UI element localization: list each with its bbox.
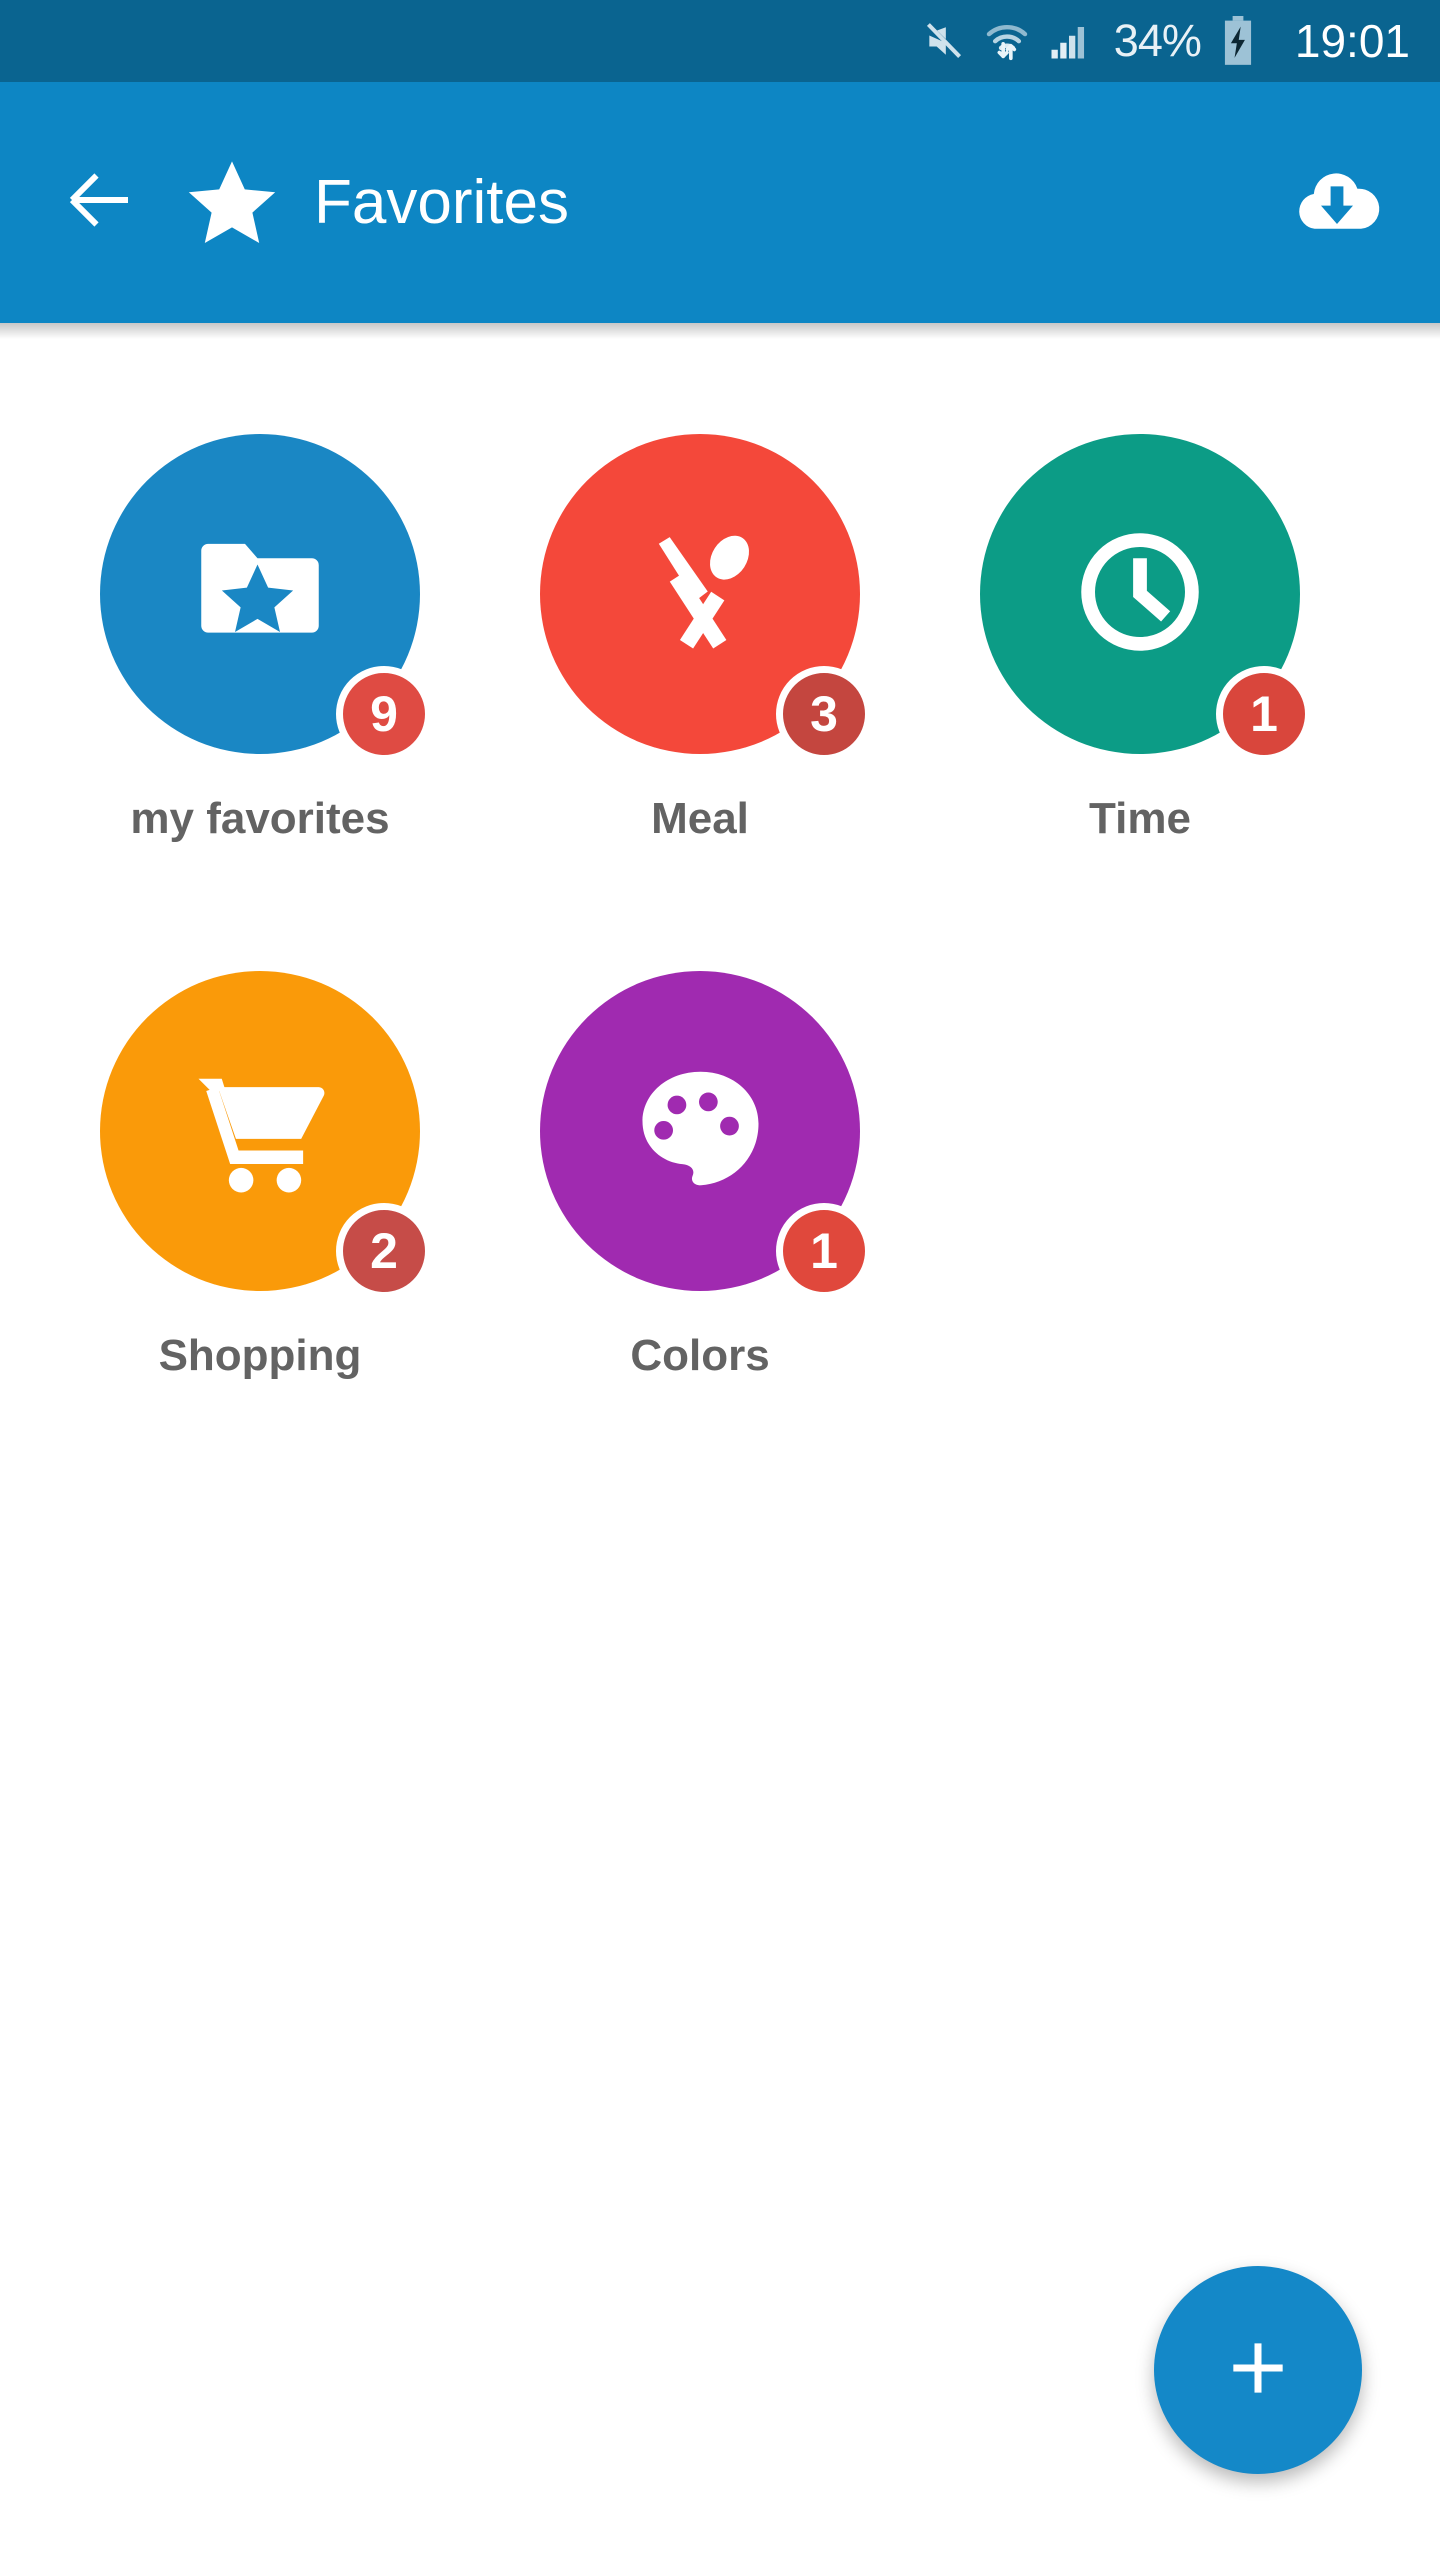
grid-item-time[interactable]: 1 Time <box>920 426 1360 963</box>
grid-item-label: my favorites <box>130 794 390 843</box>
icon-circle-wrapper: 9 <box>100 434 432 762</box>
clock-time-label: 19:01 <box>1294 15 1410 67</box>
favorites-grid: 9 my favorites 3 Meal 1 Time 2 Shopping … <box>0 339 1440 1500</box>
badge-count: 9 <box>336 666 432 762</box>
battery-percent-label: 34% <box>1113 15 1202 66</box>
page-title: Favorites <box>314 168 569 237</box>
grid-item-label: Shopping <box>158 1331 362 1380</box>
folder-star-icon <box>185 517 335 672</box>
back-button[interactable] <box>52 155 148 251</box>
badge-count: 3 <box>776 666 872 762</box>
grid-empty-cell <box>920 963 1360 1500</box>
knife-spoon-icon <box>628 519 773 669</box>
grid-item-label: Time <box>1089 794 1191 843</box>
grid-item-my-favorites[interactable]: 9 my favorites <box>40 426 480 963</box>
mute-icon <box>922 19 966 63</box>
status-bar: 34% 19:01 <box>0 0 1440 82</box>
grid-item-label: Meal <box>651 794 749 843</box>
palette-icon <box>628 1056 773 1206</box>
grid-item-label: Colors <box>630 1331 770 1380</box>
back-arrow-icon <box>58 158 142 247</box>
shopping-cart-icon <box>183 1051 338 1211</box>
add-button[interactable] <box>1154 2266 1362 2474</box>
app-bar: Favorites <box>0 82 1440 323</box>
battery-charging-icon <box>1221 16 1255 66</box>
app-bar-shadow <box>0 323 1440 339</box>
icon-circle-wrapper: 1 <box>980 434 1312 762</box>
badge-count: 2 <box>336 1203 432 1299</box>
cloud-download-icon <box>1289 152 1385 253</box>
plus-icon <box>1218 2328 1298 2413</box>
badge-count: 1 <box>776 1203 872 1299</box>
star-icon <box>184 155 280 251</box>
grid-item-colors[interactable]: 1 Colors <box>480 963 920 1500</box>
content-area: 9 my favorites 3 Meal 1 Time 2 Shopping … <box>0 339 1440 2560</box>
cloud-download-button[interactable] <box>1282 148 1392 258</box>
icon-circle-wrapper: 2 <box>100 971 432 1299</box>
badge-count: 1 <box>1216 666 1312 762</box>
icon-circle-wrapper: 1 <box>540 971 872 1299</box>
wifi-transfer-icon <box>984 18 1030 64</box>
grid-item-shopping[interactable]: 2 Shopping <box>40 963 480 1500</box>
grid-item-meal[interactable]: 3 Meal <box>480 426 920 963</box>
status-bar-icons: 34% 19:01 <box>922 14 1410 68</box>
cellular-signal-icon <box>1048 20 1090 62</box>
icon-circle-wrapper: 3 <box>540 434 872 762</box>
clock-icon <box>1065 517 1215 672</box>
